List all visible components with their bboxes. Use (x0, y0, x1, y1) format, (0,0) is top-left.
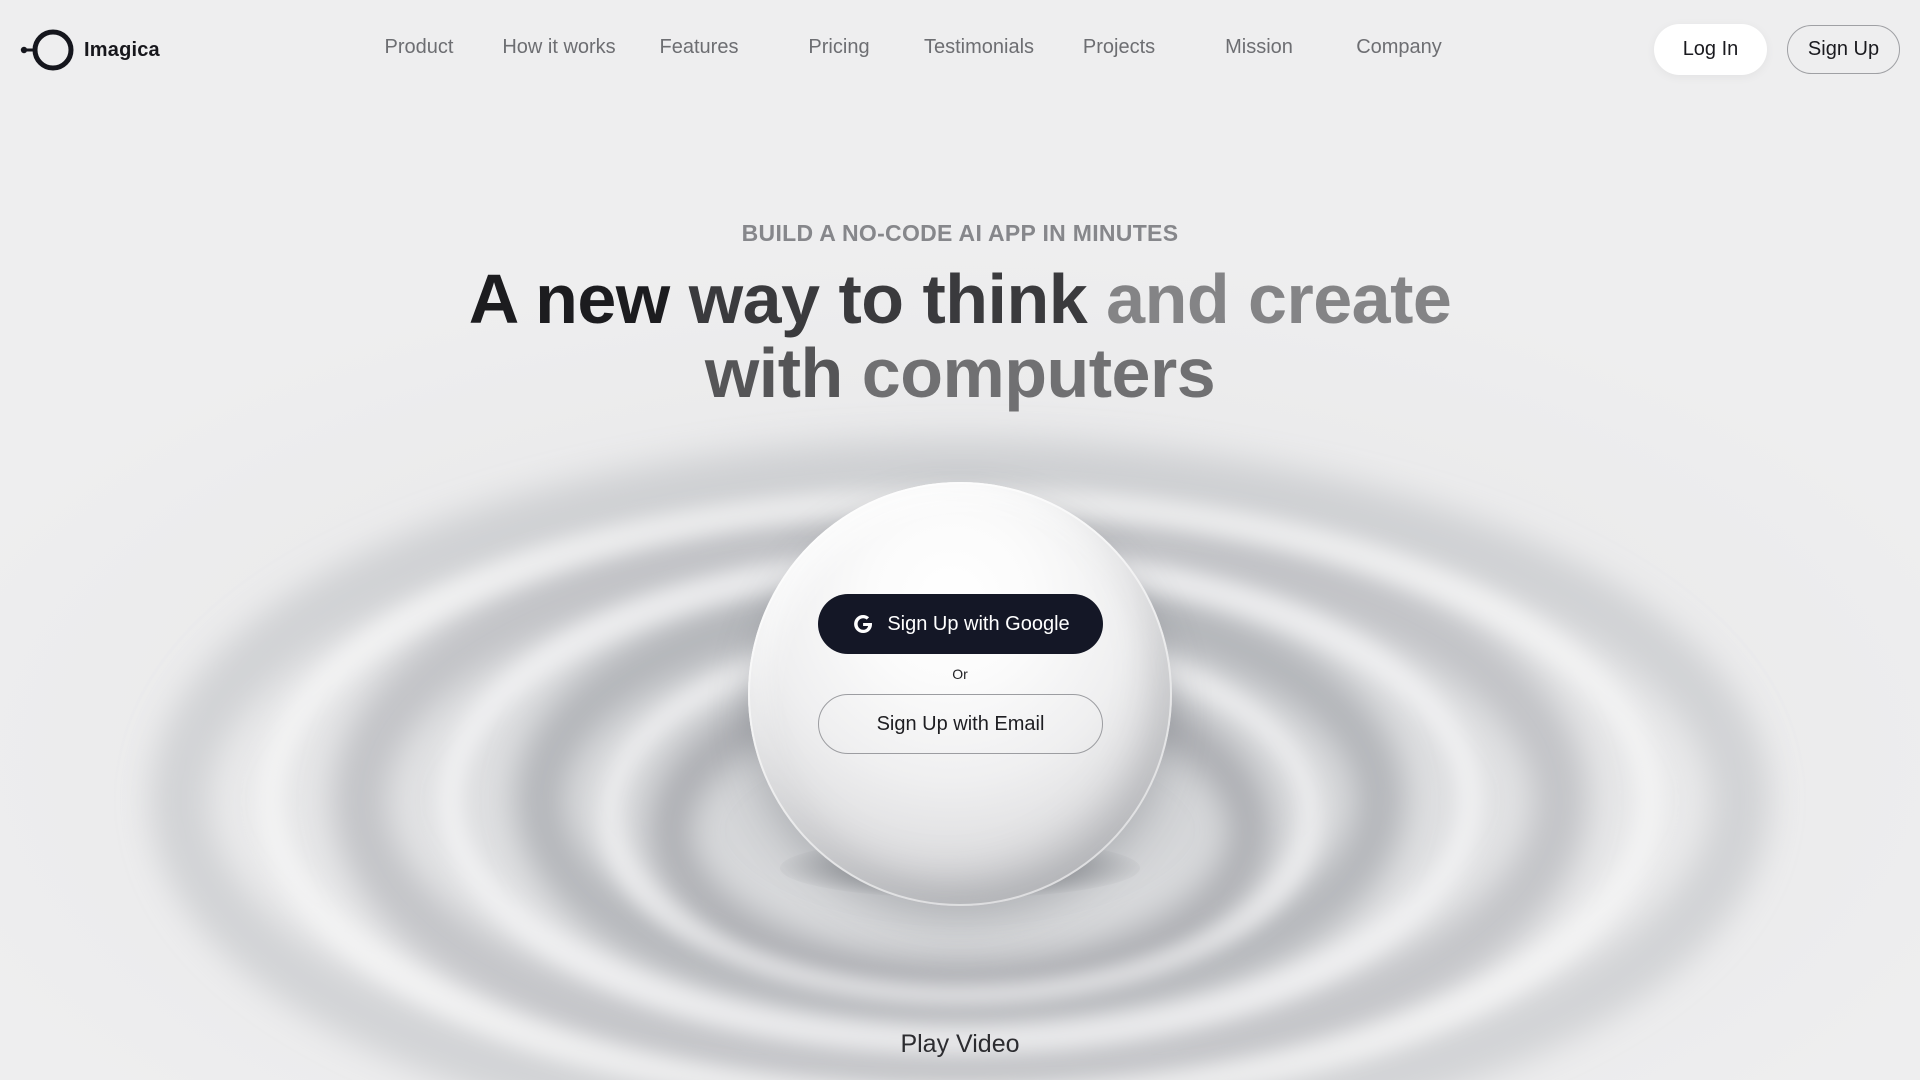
hero-headline: A new way to think and create with compu… (0, 262, 1920, 410)
nav-features[interactable]: Features (660, 36, 739, 59)
headline-part: with (704, 334, 843, 412)
signup-google-button[interactable]: Sign Up with Google (818, 594, 1103, 654)
or-divider-text: Or (952, 666, 968, 682)
nav-pricing[interactable]: Pricing (808, 36, 869, 59)
signup-google-label: Sign Up with Google (887, 612, 1070, 635)
headline-part: and create (1106, 260, 1452, 338)
signup-email-button[interactable]: Sign Up with Email (818, 694, 1103, 754)
headline-part: computers (861, 334, 1216, 412)
main-navigation: Product How it works Features Pricing Te… (0, 36, 1920, 62)
headline-part: A new (468, 260, 671, 338)
google-g-icon (854, 615, 873, 633)
hero-eyebrow: BUILD A NO-CODE AI APP IN MINUTES (741, 220, 1179, 246)
play-video-container: Play Video (0, 1030, 1920, 1059)
nav-projects[interactable]: Projects (1083, 36, 1155, 59)
nav-testimonials[interactable]: Testimonials (924, 36, 1034, 59)
nav-how-it-works[interactable]: How it works (502, 36, 615, 59)
signup-button[interactable]: Sign Up (1787, 25, 1900, 74)
login-button[interactable]: Log In (1654, 24, 1767, 75)
site-header: Imagica Product How it works Features Pr… (0, 0, 1920, 100)
headline-part: way to (688, 260, 904, 338)
nav-mission[interactable]: Mission (1225, 36, 1293, 59)
headline-part: think (922, 260, 1088, 338)
nav-product[interactable]: Product (385, 36, 454, 59)
play-video-link[interactable]: Play Video (900, 1030, 1019, 1058)
nav-company[interactable]: Company (1356, 36, 1442, 59)
